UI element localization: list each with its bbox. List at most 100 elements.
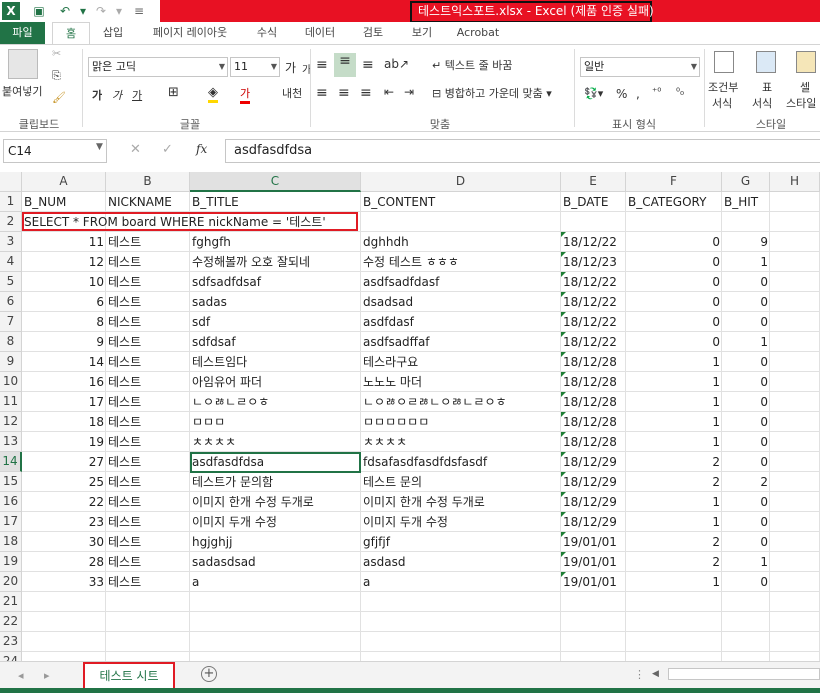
grid-cell[interactable] <box>22 632 106 652</box>
data-cell[interactable]: 테스트 <box>106 412 190 432</box>
conditional-format-label[interactable]: 조건부 <box>708 79 738 95</box>
data-cell[interactable]: 18/12/22 <box>561 272 626 292</box>
row-header[interactable]: 5 <box>0 272 22 292</box>
data-cell[interactable]: 테스트 <box>106 472 190 492</box>
data-cell[interactable]: 1 <box>626 412 722 432</box>
format-table-label[interactable]: 표 <box>762 79 772 95</box>
add-sheet-icon[interactable]: + <box>201 666 217 682</box>
data-cell[interactable]: 0 <box>626 232 722 252</box>
data-cell[interactable]: 18/12/22 <box>561 232 626 252</box>
comma-icon[interactable]: , <box>636 87 640 101</box>
grid-cell[interactable] <box>770 192 820 212</box>
data-cell[interactable]: 27 <box>22 452 106 472</box>
row-header[interactable]: 22 <box>0 612 22 632</box>
column-header-g[interactable]: G <box>722 172 770 192</box>
grid-cell[interactable] <box>190 652 361 661</box>
conditional-format-icon[interactable] <box>714 51 734 73</box>
sheet-tab-test[interactable]: 테스트 시트 <box>83 662 175 691</box>
phonetic-icon[interactable]: 내천 <box>282 85 302 101</box>
grid-cell[interactable] <box>770 492 820 512</box>
data-cell[interactable]: 25 <box>22 472 106 492</box>
select-all-corner[interactable] <box>0 172 22 192</box>
undo-dropdown-icon[interactable]: ▾ <box>74 2 92 20</box>
data-cell[interactable]: 0 <box>722 432 770 452</box>
align-middle-icon[interactable]: ≡ <box>334 53 356 77</box>
italic-button[interactable]: 가 <box>112 87 122 103</box>
cut-icon[interactable]: ✂ <box>52 47 61 60</box>
grid-cell[interactable] <box>770 552 820 572</box>
data-cell[interactable]: 이미지 두개 수정 <box>361 512 561 532</box>
data-cell[interactable]: 1 <box>722 552 770 572</box>
header-cell[interactable]: B_NUM <box>22 192 106 212</box>
data-cell[interactable]: 노노노 마더 <box>361 372 561 392</box>
data-cell[interactable]: 9 <box>722 232 770 252</box>
merge-center-button[interactable]: ⊟ 병합하고 가운데 맞춤 ▾ <box>432 85 552 101</box>
row-header[interactable]: 8 <box>0 332 22 352</box>
data-cell[interactable]: 테스트 <box>106 352 190 372</box>
data-cell[interactable]: ㅁㅁㅁ <box>190 412 361 432</box>
data-cell[interactable]: 테스트 <box>106 252 190 272</box>
grid-cell[interactable] <box>770 252 820 272</box>
grid-cell[interactable] <box>770 232 820 252</box>
fill-color-icon[interactable]: ◈ <box>208 85 218 103</box>
bold-button[interactable]: 가 <box>92 87 102 103</box>
data-cell[interactable]: 1 <box>626 512 722 532</box>
data-cell[interactable]: 0 <box>626 252 722 272</box>
grid-cell[interactable] <box>561 632 626 652</box>
header-cell[interactable]: B_CATEGORY <box>626 192 722 212</box>
grid-cell[interactable] <box>770 272 820 292</box>
grid-cell[interactable] <box>361 612 561 632</box>
data-cell[interactable]: 8 <box>22 312 106 332</box>
row-header[interactable]: 24 <box>0 652 22 661</box>
grid-cell[interactable] <box>190 632 361 652</box>
data-cell[interactable]: 0 <box>722 412 770 432</box>
next-sheet-icon[interactable]: ▸ <box>44 669 50 682</box>
header-cell[interactable]: B_DATE <box>561 192 626 212</box>
grid-cell[interactable] <box>361 592 561 612</box>
decrease-decimal-icon[interactable]: ⁰₀ <box>676 87 684 98</box>
data-cell[interactable]: 0 <box>722 292 770 312</box>
data-cell[interactable]: asdfsadffaf <box>361 332 561 352</box>
row-header[interactable]: 9 <box>0 352 22 372</box>
tab-split-icon[interactable]: ⋮ <box>634 668 645 681</box>
format-painter-icon[interactable]: 🖌 <box>52 91 66 104</box>
data-cell[interactable]: 테스트 <box>106 492 190 512</box>
align-right-icon[interactable]: ≡ <box>360 85 372 101</box>
grid-cell[interactable] <box>561 612 626 632</box>
tab-view[interactable]: 보기 <box>402 22 442 44</box>
data-cell[interactable]: 1 <box>626 392 722 412</box>
data-cell[interactable]: 10 <box>22 272 106 292</box>
row-header[interactable]: 12 <box>0 412 22 432</box>
formula-input[interactable]: asdfasdfdsa <box>225 139 820 163</box>
data-cell[interactable]: 테스트 <box>106 572 190 592</box>
grid-cell[interactable] <box>561 652 626 661</box>
data-cell[interactable]: 0 <box>722 452 770 472</box>
row-header[interactable]: 10 <box>0 372 22 392</box>
data-cell[interactable]: 0 <box>722 392 770 412</box>
data-cell[interactable]: sdf <box>190 312 361 332</box>
data-cell[interactable]: 18/12/28 <box>561 372 626 392</box>
grid-cell[interactable] <box>626 652 722 661</box>
cell-style-icon[interactable] <box>796 51 816 73</box>
data-cell[interactable]: 18/12/28 <box>561 432 626 452</box>
data-cell[interactable]: 18/12/29 <box>561 472 626 492</box>
data-cell[interactable]: 0 <box>626 292 722 312</box>
row-header[interactable]: 14 <box>0 452 22 472</box>
data-cell[interactable]: ㅊㅊㅊㅊ <box>190 432 361 452</box>
column-header-d[interactable]: D <box>361 172 561 192</box>
data-cell[interactable]: ㄴㅇㅀㅇㄹㅀㄴㅇㅀㄴㄹㅇㅎ <box>361 392 561 412</box>
font-color-button[interactable]: 가 <box>240 85 251 104</box>
header-cell[interactable]: B_HIT <box>722 192 770 212</box>
data-cell[interactable]: 테스트 <box>106 292 190 312</box>
data-cell[interactable]: 19/01/01 <box>561 532 626 552</box>
data-cell[interactable]: 2 <box>626 452 722 472</box>
data-cell[interactable]: fghgfh <box>190 232 361 252</box>
grid-cell[interactable] <box>561 212 626 232</box>
column-header-e[interactable]: E <box>561 172 626 192</box>
data-cell[interactable]: 2 <box>722 472 770 492</box>
grid-cell[interactable] <box>770 212 820 232</box>
data-cell[interactable]: 2 <box>626 472 722 492</box>
grid-cell[interactable] <box>770 512 820 532</box>
data-cell[interactable]: 1 <box>722 252 770 272</box>
data-cell[interactable]: dsadsad <box>361 292 561 312</box>
